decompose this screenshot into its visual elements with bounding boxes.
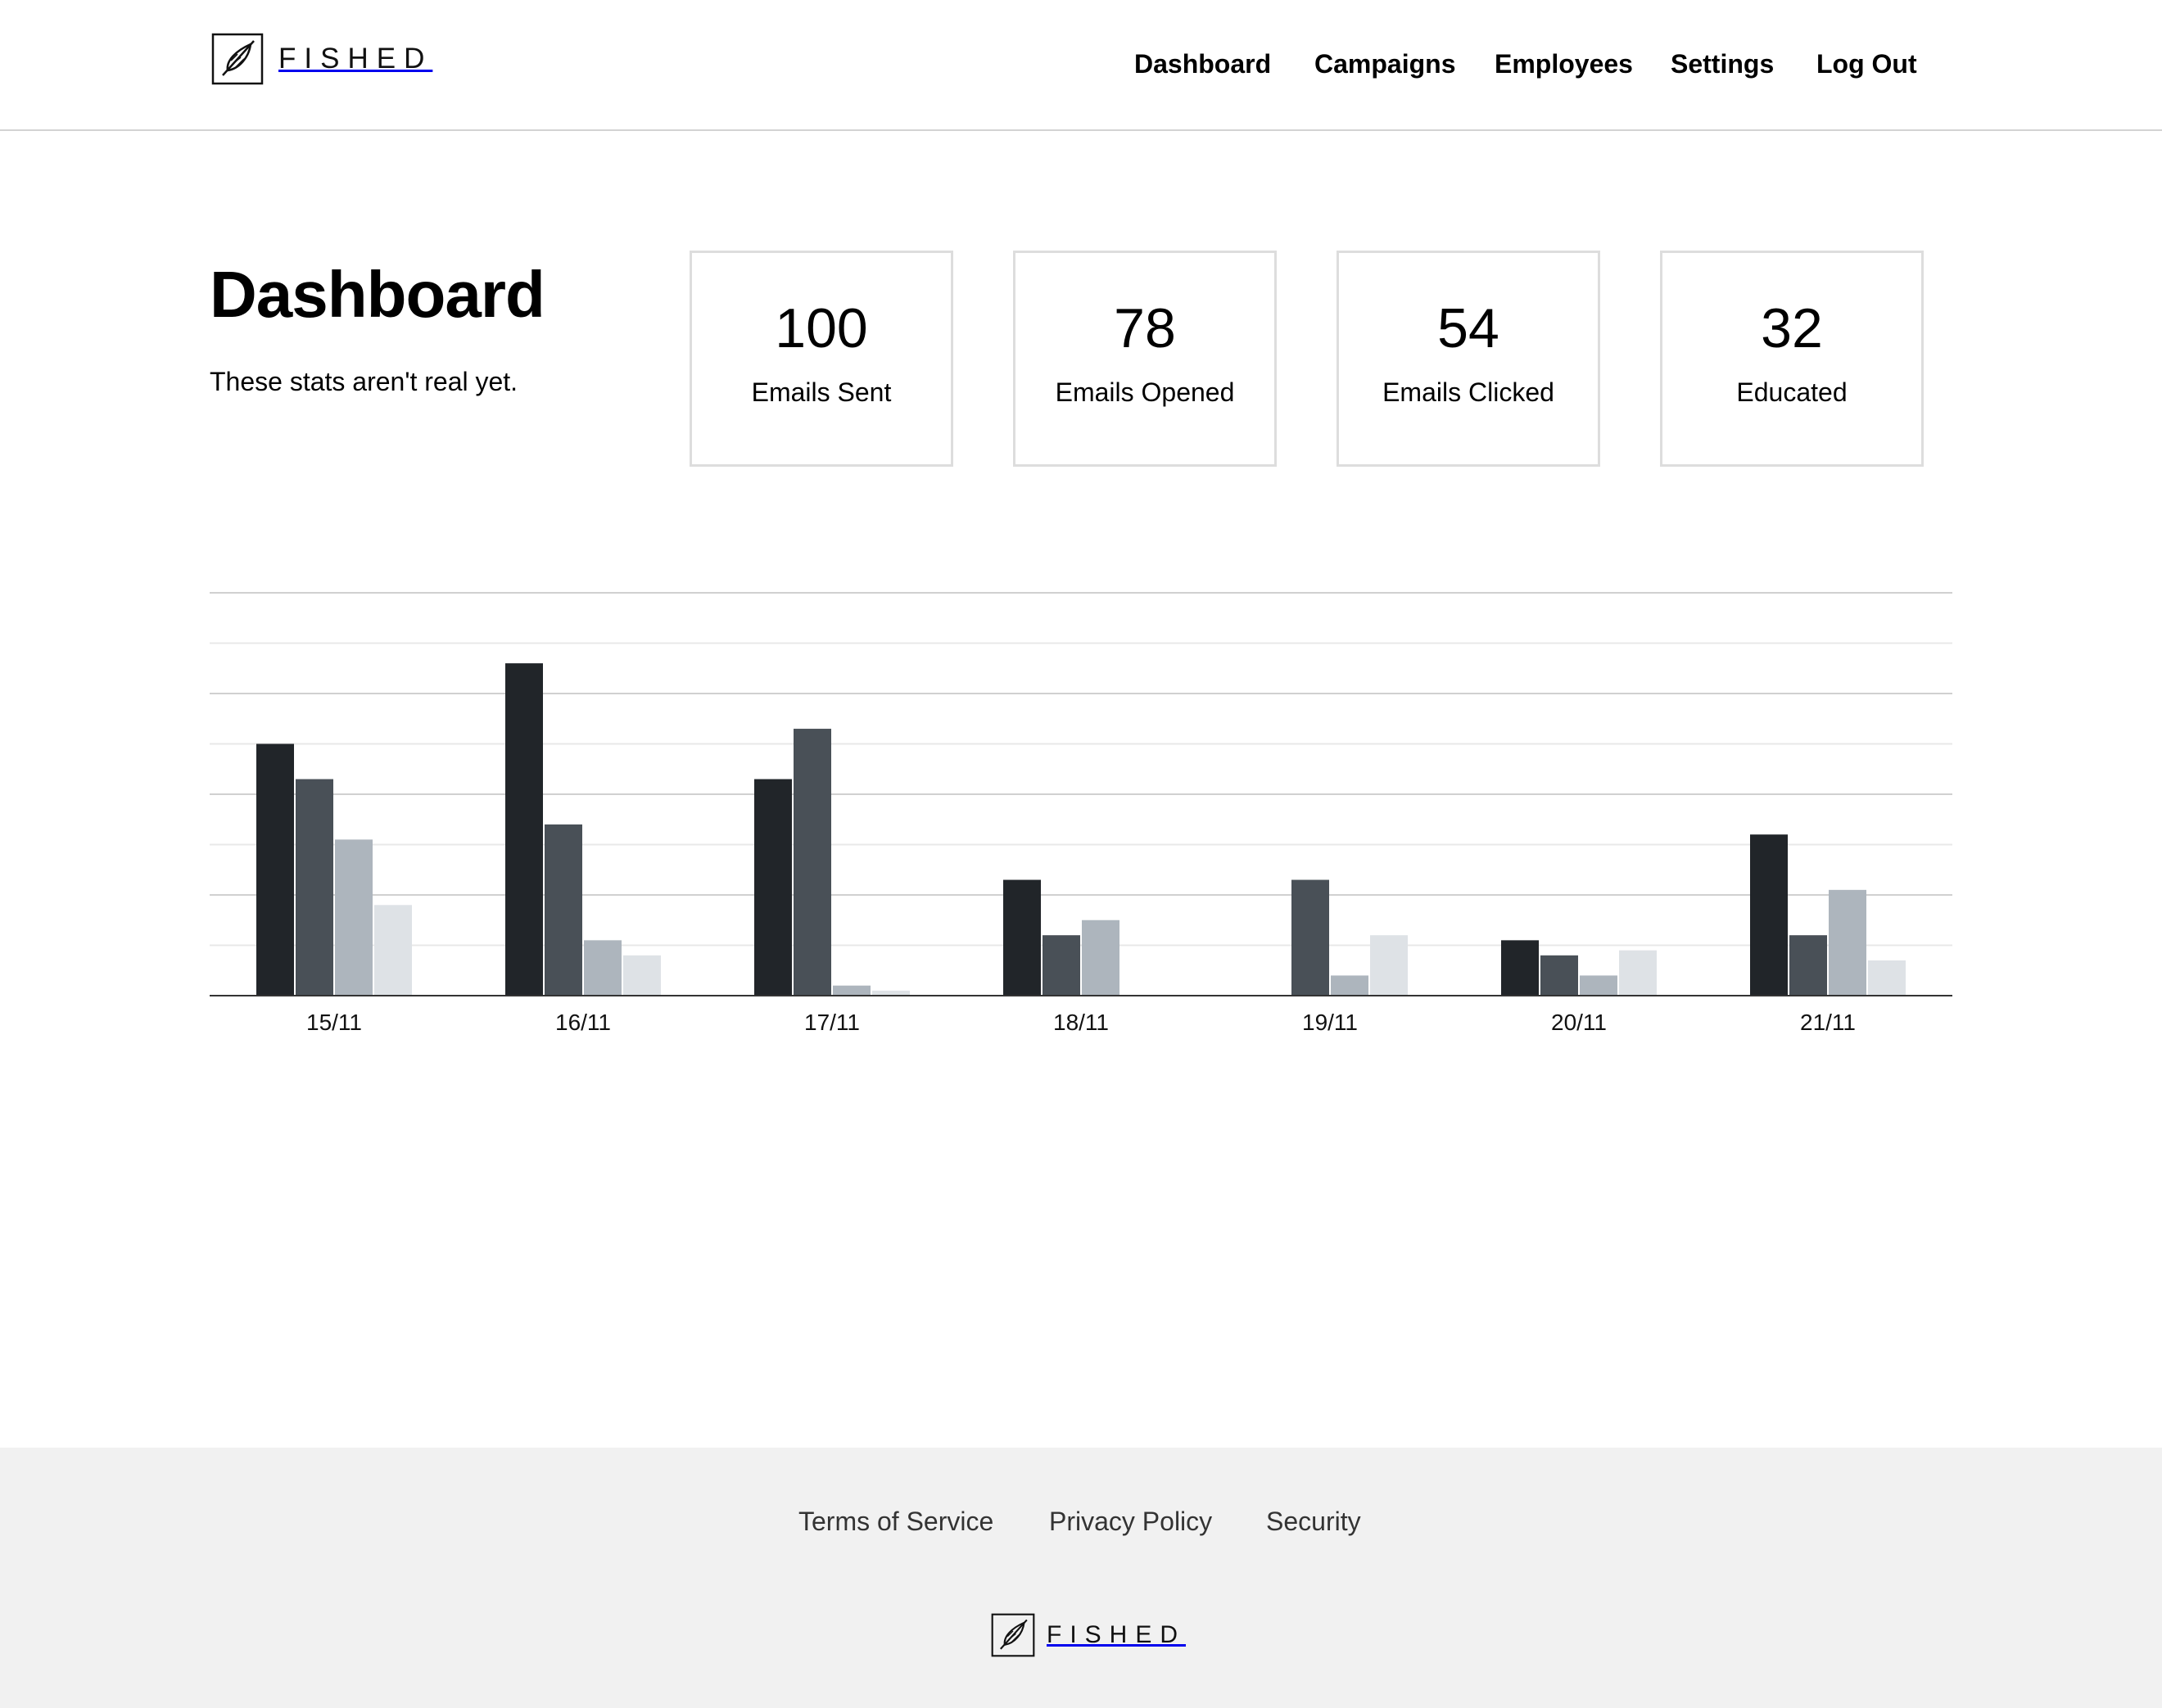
chart-bar [1501, 940, 1539, 996]
chart-bar [1868, 960, 1906, 996]
nav-dashboard[interactable]: Dashboard [1134, 49, 1271, 79]
chart-bar [1291, 879, 1329, 996]
chart-x-tick-label: 19/11 [1302, 1010, 1358, 1035]
stat-value: 54 [1437, 297, 1499, 359]
chart-bar [256, 743, 294, 996]
page-title: Dashboard [210, 258, 545, 331]
chart-bar [1580, 975, 1617, 996]
chart-bar [545, 824, 582, 996]
stat-card-educated: 32 Educated [1660, 251, 1924, 467]
chart-x-tick-label: 17/11 [804, 1010, 860, 1035]
nav-campaigns[interactable]: Campaigns [1314, 49, 1455, 79]
chart-x-tick-label: 18/11 [1053, 1010, 1109, 1035]
chart-bar [1003, 879, 1041, 996]
stat-value: 78 [1114, 297, 1176, 359]
stat-card-emails-opened: 78 Emails Opened [1013, 251, 1277, 467]
footer-link-privacy[interactable]: Privacy Policy [1049, 1507, 1212, 1537]
footer-link-security[interactable]: Security [1266, 1507, 1361, 1537]
stat-value: 32 [1761, 297, 1823, 359]
feather-in-square-icon [991, 1613, 1035, 1657]
page-subtitle: These stats aren't real yet. [210, 367, 518, 396]
stat-label: Emails Clicked [1382, 377, 1554, 407]
footer-link-terms[interactable]: Terms of Service [798, 1507, 993, 1537]
brand-wordmark: FISHED [1047, 1621, 1187, 1648]
chart-bar [754, 779, 792, 996]
brand-wordmark: FISHED [278, 43, 433, 75]
chart-bar [623, 955, 661, 996]
chart-x-tick-label: 15/11 [306, 1010, 362, 1035]
stat-value: 100 [775, 297, 868, 359]
stat-label: Emails Opened [1055, 377, 1235, 407]
chart-bar [1789, 935, 1827, 996]
chart-bar [1619, 950, 1657, 996]
chart-bar [1331, 975, 1368, 996]
header-logo[interactable]: FISHED [211, 33, 432, 85]
chart-bar [1829, 889, 1866, 996]
footer-logo[interactable]: FISHED [991, 1613, 1186, 1657]
chart-gridlines [210, 592, 1952, 947]
feather-in-square-icon [211, 33, 264, 85]
chart-bar [335, 839, 373, 996]
chart-x-tick-label: 20/11 [1551, 1010, 1607, 1035]
stat-card-emails-sent: 100 Emails Sent [690, 251, 953, 467]
nav-log-out[interactable]: Log Out [1816, 49, 1917, 79]
chart-bar [833, 985, 871, 996]
chart-bar [1370, 935, 1408, 996]
chart-bar [1082, 920, 1119, 996]
stat-label: Educated [1736, 377, 1848, 407]
stat-card-emails-clicked: 54 Emails Clicked [1337, 251, 1600, 467]
chart-bar [794, 729, 831, 996]
chart-bar [296, 779, 333, 996]
chart-x-tick-label: 21/11 [1800, 1010, 1856, 1035]
chart-x-tick-label: 16/11 [555, 1010, 611, 1035]
chart-bar [374, 905, 412, 996]
chart-bar [584, 940, 622, 996]
chart-bar [505, 663, 543, 996]
nav-settings[interactable]: Settings [1671, 49, 1774, 79]
site-header: FISHED Dashboard Campaigns Employees Set… [0, 0, 2162, 131]
chart-bar [1540, 955, 1578, 996]
chart-x-tick-labels: 15/11 16/11 17/11 18/11 19/11 20/11 21/11 [306, 1010, 1856, 1035]
chart-bar [1043, 935, 1080, 996]
chart-bar [1750, 834, 1788, 996]
campaign-bar-chart: 15/11 16/11 17/11 18/11 19/11 20/11 21/11 [210, 592, 1952, 1035]
site-footer: Terms of Service Privacy Policy Security… [0, 1448, 2162, 1708]
nav-employees[interactable]: Employees [1495, 49, 1633, 79]
stat-label: Emails Sent [751, 377, 892, 407]
